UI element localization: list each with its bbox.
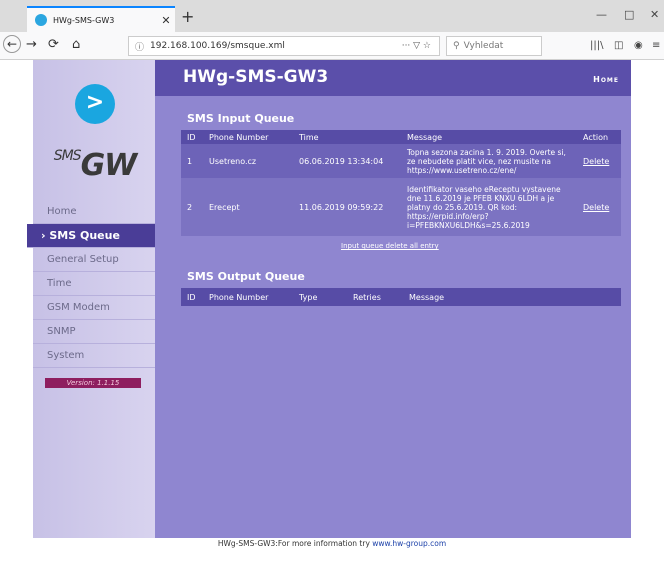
- row-id: 1: [181, 144, 203, 178]
- column-header: Retries: [347, 288, 403, 306]
- sidebar-item-snmp[interactable]: SNMP: [33, 320, 155, 344]
- column-header: Message: [401, 130, 577, 144]
- logo-icon: >: [75, 84, 115, 124]
- browser-tab[interactable]: HWg-SMS-GW3 ✕: [27, 6, 175, 32]
- column-header: Action: [577, 130, 621, 144]
- row-action-cell: Delete: [577, 144, 621, 178]
- column-header: ID: [181, 130, 203, 144]
- sidebar-item-home[interactable]: Home: [33, 200, 155, 224]
- table-header-row: ID Phone Number Time Message Action: [181, 130, 621, 144]
- search-placeholder: Vyhledat: [463, 41, 504, 51]
- sidebar-menu: Home › SMS Queue General Setup Time GSM …: [27, 200, 155, 368]
- library-icon[interactable]: |||\: [590, 40, 603, 51]
- output-queue-table: ID Phone Number Type Retries Message: [181, 288, 621, 306]
- delete-link[interactable]: Delete: [583, 203, 609, 212]
- row-phone: Usetreno.cz: [203, 144, 293, 178]
- logo-text: SMSGW: [43, 148, 147, 183]
- menu-icon[interactable]: ≡: [652, 40, 660, 51]
- column-header: Phone Number: [203, 288, 293, 306]
- table-row: 1 Usetreno.cz 06.06.2019 13:34:04 Topna …: [181, 144, 621, 178]
- page-title: HWg-SMS-GW3: [183, 67, 329, 87]
- version-badge: Version: 1.1.15: [45, 378, 141, 388]
- input-queue-title: SMS Input Queue: [187, 112, 295, 125]
- back-arrow-icon[interactable]: ←: [3, 35, 21, 53]
- sidebar-item-sms-queue[interactable]: › SMS Queue: [27, 224, 155, 248]
- extension-icon[interactable]: ◉: [634, 40, 643, 51]
- delete-all-link[interactable]: Input queue delete all entry: [341, 242, 439, 250]
- row-message: Identifikator vaseho eReceptu vystavene …: [401, 178, 577, 236]
- web-page: > SMSGW Home › SMS Queue General Setup T…: [0, 60, 664, 563]
- browser-tab-bar: HWg-SMS-GW3 ✕ + — □ ✕: [0, 0, 664, 32]
- minimize-button[interactable]: —: [596, 8, 607, 21]
- row-time: 06.06.2019 13:34:04: [293, 144, 401, 178]
- new-tab-button[interactable]: +: [181, 7, 194, 26]
- close-window-button[interactable]: ✕: [650, 8, 659, 21]
- sidebar-item-gsm-modem[interactable]: GSM Modem: [33, 296, 155, 320]
- table-row: 2 Erecept 11.06.2019 09:59:22 Identifika…: [181, 178, 621, 236]
- footer-link[interactable]: www.hw-group.com: [372, 539, 446, 548]
- footer-text: HWg-SMS-GW3:For more information try: [217, 539, 373, 548]
- row-action-cell: Delete: [577, 178, 621, 236]
- table-header-row: ID Phone Number Type Retries Message: [181, 288, 621, 306]
- row-message: Topna sezona zacina 1. 9. 2019. Overte s…: [401, 144, 577, 178]
- row-phone: Erecept: [203, 178, 293, 236]
- column-header: ID: [181, 288, 203, 306]
- maximize-button[interactable]: □: [624, 8, 634, 21]
- url-bar[interactable]: ⓘ 192.168.100.169/smsque.xml ··· ▽ ☆: [128, 36, 440, 56]
- row-time: 11.06.2019 09:59:22: [293, 178, 401, 236]
- tab-close-icon[interactable]: ✕: [157, 14, 175, 27]
- sidebar-icon[interactable]: ◫: [614, 40, 623, 51]
- sidebar: > SMSGW Home › SMS Queue General Setup T…: [27, 60, 155, 538]
- search-input[interactable]: ⚲ Vyhledat: [446, 36, 542, 56]
- url-text: 192.168.100.169/smsque.xml: [150, 41, 285, 51]
- favicon-icon: [35, 14, 47, 26]
- reload-icon[interactable]: ⟳: [48, 37, 59, 52]
- input-queue-table: ID Phone Number Time Message Action 1 Us…: [181, 130, 621, 236]
- sidebar-item-system[interactable]: System: [33, 344, 155, 368]
- page-footer: HWg-SMS-GW3:For more information try www…: [0, 539, 664, 548]
- home-link[interactable]: Home: [593, 75, 619, 84]
- output-queue-title: SMS Output Queue: [187, 270, 305, 283]
- column-header: Phone Number: [203, 130, 293, 144]
- sidebar-item-general-setup[interactable]: General Setup: [33, 248, 155, 272]
- logo-sms: SMS: [53, 148, 82, 164]
- info-icon[interactable]: ⓘ: [135, 40, 144, 53]
- logo-gw: GW: [80, 148, 138, 183]
- column-header: Message: [403, 288, 621, 306]
- forward-arrow-icon[interactable]: →: [26, 37, 37, 52]
- delete-link[interactable]: Delete: [583, 157, 609, 166]
- page-header: HWg-SMS-GW3 Home: [155, 60, 631, 96]
- main-content: HWg-SMS-GW3 Home SMS Input Queue ID Phon…: [155, 60, 631, 538]
- home-icon[interactable]: ⌂: [72, 37, 80, 52]
- search-icon: ⚲: [453, 41, 460, 51]
- column-header: Time: [293, 130, 401, 144]
- browser-nav-bar: ← → ⟳ ⌂ ⓘ 192.168.100.169/smsque.xml ···…: [0, 32, 664, 60]
- tab-title: HWg-SMS-GW3: [53, 15, 115, 25]
- app-frame: > SMSGW Home › SMS Queue General Setup T…: [27, 60, 631, 538]
- column-header: Type: [293, 288, 347, 306]
- page-actions-icon[interactable]: ··· ▽ ☆: [402, 41, 431, 51]
- row-id: 2: [181, 178, 203, 236]
- sidebar-item-time[interactable]: Time: [33, 272, 155, 296]
